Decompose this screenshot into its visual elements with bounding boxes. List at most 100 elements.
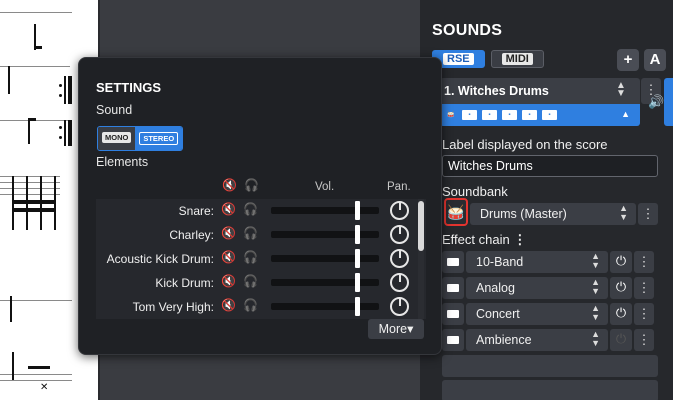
- volume-column-header: Vol.: [315, 181, 335, 193]
- volume-slider[interactable]: [271, 279, 379, 286]
- volume-slider-thumb[interactable]: [355, 249, 360, 268]
- note-beam: [12, 200, 56, 204]
- mono-stereo-toggle: MONO STEREO: [97, 126, 184, 151]
- note-stem: [28, 120, 30, 144]
- staff-line: [0, 120, 72, 121]
- volume-slider-thumb[interactable]: [355, 225, 360, 244]
- staff-line: [0, 380, 72, 381]
- element-row: Charley: 🔇 🎧: [96, 223, 426, 247]
- repeat-dot: [59, 84, 62, 87]
- collapse-icon[interactable]: ▲: [621, 109, 630, 119]
- settings-title: SETTINGS: [96, 80, 162, 95]
- score-label-input[interactable]: [442, 155, 658, 177]
- repeat-dot: [59, 136, 62, 139]
- headphones-icon[interactable]: 🎧: [243, 226, 258, 240]
- speaker-muted-icon[interactable]: 🔇: [221, 274, 236, 288]
- empty-effect-slot[interactable]: [442, 380, 658, 400]
- more-vertical-icon[interactable]: ⋮: [634, 277, 654, 299]
- barline: [8, 66, 10, 94]
- headphones-icon[interactable]: 🎧: [243, 274, 258, 288]
- note-stem: [10, 296, 12, 322]
- effect-chip-icon: ▪: [542, 110, 557, 120]
- drum-icon[interactable]: 🥁: [444, 198, 468, 226]
- element-row: Kick Drum: 🔇 🎧: [96, 271, 426, 295]
- volume-slider-thumb[interactable]: [355, 273, 360, 292]
- element-row: Acoustic Kick Drum: 🔇 🎧: [96, 247, 426, 271]
- repeat-barline: [68, 76, 72, 104]
- automation-button[interactable]: A: [644, 49, 666, 71]
- speaker-muted-icon[interactable]: 🔇: [221, 298, 236, 312]
- empty-effect-slot[interactable]: [442, 355, 658, 377]
- element-row: Tom Very High: 🔇 🎧: [96, 295, 426, 319]
- power-icon[interactable]: ⏻: [610, 303, 632, 325]
- soundbank-heading: Soundbank: [442, 184, 508, 199]
- element-name: Kick Drum:: [155, 276, 214, 290]
- volume-slider[interactable]: [271, 231, 379, 238]
- note-flag: [34, 46, 42, 49]
- stereo-button[interactable]: STEREO: [135, 127, 183, 150]
- power-icon[interactable]: ⏻: [610, 329, 632, 351]
- midi-toggle-button[interactable]: MIDI: [490, 50, 544, 68]
- speaker-icon[interactable]: 🔊: [648, 95, 664, 110]
- repeat-barline: [68, 120, 72, 146]
- element-name: Acoustic Kick Drum:: [106, 252, 214, 266]
- volume-slider[interactable]: [271, 255, 379, 262]
- drum-icon: 🥁: [447, 112, 455, 118]
- speaker-muted-icon[interactable]: 🔇: [221, 226, 236, 240]
- mono-button[interactable]: MONO: [98, 127, 136, 150]
- more-button[interactable]: More▾: [368, 319, 424, 339]
- speaker-muted-icon[interactable]: 🔇: [221, 202, 236, 216]
- staff-line: [0, 374, 72, 375]
- barline: [12, 352, 14, 380]
- headphones-icon[interactable]: 🎧: [243, 202, 258, 216]
- note-beam: [28, 366, 50, 369]
- add-track-button[interactable]: +: [617, 49, 639, 71]
- more-vertical-icon[interactable]: ⋮: [634, 251, 654, 273]
- pan-knob[interactable]: [390, 273, 409, 292]
- effect-select[interactable]: 10-Band ▲ ▼: [466, 251, 608, 273]
- repeat-dot: [59, 126, 62, 129]
- effect-chip-icon: ▪: [482, 110, 497, 120]
- staff-line: [0, 176, 60, 177]
- scrollbar-thumb[interactable]: [418, 201, 424, 251]
- sounds-panel: SOUNDS RSE MIDI + A 1. Witches Drums ▲ ▼ …: [420, 0, 673, 400]
- up-down-arrows-icon: ▲ ▼: [619, 203, 628, 222]
- effect-select[interactable]: Concert ▲ ▼: [466, 303, 608, 325]
- elements-label: Elements: [96, 155, 149, 169]
- volume-slider[interactable]: [271, 207, 379, 214]
- more-vertical-icon[interactable]: ⋮: [513, 232, 526, 247]
- effect-select[interactable]: Analog ▲ ▼: [466, 277, 608, 299]
- effect-select[interactable]: Ambience ▲ ▼: [466, 329, 608, 351]
- headphones-icon[interactable]: 🎧: [243, 298, 258, 312]
- pan-column-header: Pan.: [387, 181, 411, 193]
- track-selector[interactable]: 1. Witches Drums ▲ ▼ 🥁 ▪ ▪ ▪ ▪ ▪ ▲: [440, 78, 640, 126]
- more-vertical-icon[interactable]: ⋮: [638, 203, 658, 225]
- headphones-icon[interactable]: 🎧: [243, 250, 258, 264]
- power-icon[interactable]: ⏻: [610, 277, 632, 299]
- settings-popup: SETTINGS Sound MONO STEREO Elements 🔇 🎧 …: [78, 57, 442, 355]
- panel-title: SOUNDS: [432, 22, 503, 39]
- power-icon[interactable]: ⏻: [610, 251, 632, 273]
- effect-chip-icon: [442, 251, 464, 273]
- more-vertical-icon[interactable]: ⋮: [634, 303, 654, 325]
- note-flag: [28, 118, 36, 121]
- pan-knob[interactable]: [390, 225, 409, 244]
- pan-knob[interactable]: [390, 249, 409, 268]
- pan-knob[interactable]: [390, 201, 409, 220]
- speaker-muted-icon[interactable]: 🔇: [221, 250, 236, 264]
- volume-slider-thumb[interactable]: [355, 297, 360, 316]
- track-volume-bar: [664, 78, 673, 126]
- effect-chip-icon: [442, 303, 464, 325]
- element-name: Snare:: [178, 204, 214, 218]
- repeat-barline: [64, 120, 66, 146]
- pan-knob[interactable]: [390, 297, 409, 316]
- more-vertical-icon[interactable]: ⋮: [634, 329, 654, 351]
- track-effects-strip[interactable]: 🥁 ▪ ▪ ▪ ▪ ▪ ▲: [440, 104, 640, 126]
- soundbank-select[interactable]: Drums (Master) ▲ ▼: [470, 203, 636, 225]
- staff-line: [0, 182, 60, 183]
- volume-slider-thumb[interactable]: [355, 201, 360, 220]
- volume-slider[interactable]: [271, 303, 379, 310]
- note-x-head: ✕: [40, 382, 49, 393]
- up-down-arrows-icon: ▲ ▼: [591, 277, 600, 296]
- element-name: Tom Very High:: [132, 300, 214, 314]
